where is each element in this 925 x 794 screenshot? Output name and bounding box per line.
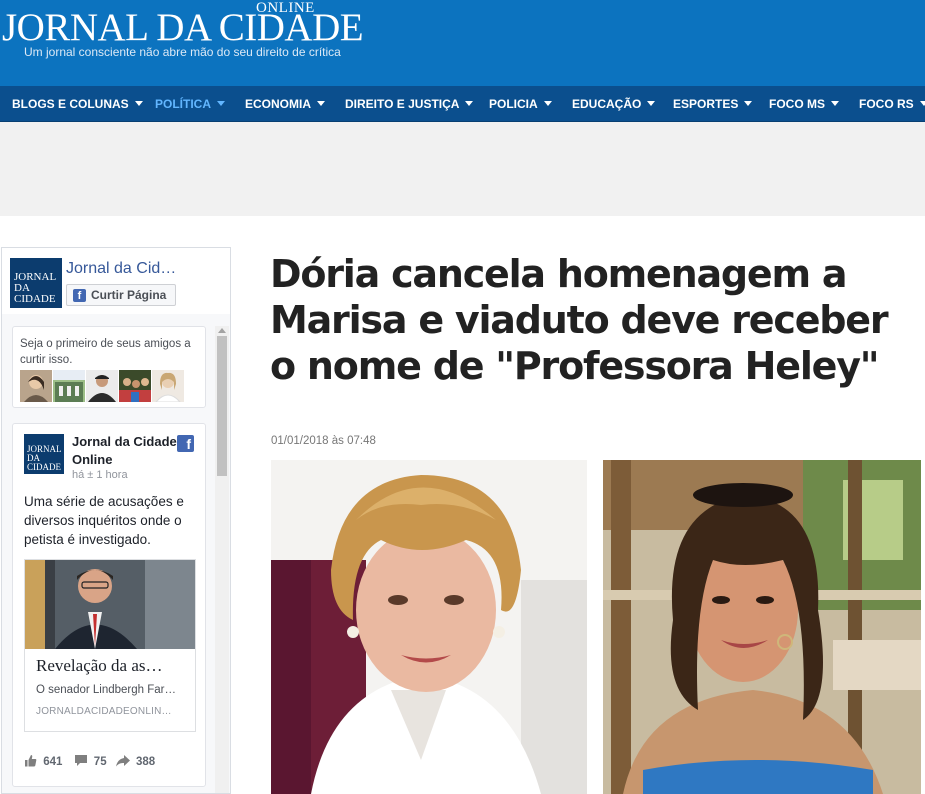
chevron-down-icon — [465, 101, 474, 106]
nav-item-label: POLICIA — [489, 97, 538, 111]
article-date: 01/01/2018 às 07:48 — [271, 435, 376, 447]
nav-item-label: ESPORTES — [673, 97, 739, 111]
fb-post-timestamp[interactable]: há ± 1 hora — [72, 469, 128, 481]
ad-banner-area — [0, 122, 925, 216]
article-photo-right — [603, 460, 921, 794]
fb-avatar-line2: DA CIDADE — [14, 282, 56, 305]
nav-item-label: FOCO MS — [769, 97, 825, 111]
chevron-down-icon — [317, 101, 325, 106]
friend-avatar[interactable] — [20, 370, 52, 402]
nav-item-direito-e-justica[interactable]: DIREITO E JUSTIÇA — [345, 86, 474, 122]
like-thumb-icon[interactable] — [24, 754, 37, 770]
chevron-down-icon — [543, 101, 552, 106]
article-headline: Dória cancela homenagem a Marisa e viadu… — [270, 252, 889, 388]
scrollbar-thumb[interactable] — [217, 336, 227, 476]
logo-title: JORNAL DA CIDADE — [2, 6, 364, 49]
main-nav: BLOGS E COLUNAS POLÍTICA ECONOMIA DIREIT… — [0, 86, 925, 122]
site-logo[interactable]: ONLINE JORNAL DA CIDADE Um jornal consci… — [0, 0, 364, 80]
link-preview-description: O senador Lindbergh Far… — [36, 684, 176, 696]
comment-icon[interactable] — [74, 754, 88, 770]
fb-post-card: JORNAL DA CIDADE Jornal da Cidade Online… — [12, 423, 206, 787]
nav-item-educacao[interactable]: EDUCAÇÃO — [572, 86, 656, 122]
chevron-down-icon — [217, 101, 225, 106]
fb-widget-header: JORNAL DA CIDADE Jornal da Cid… f Curtir… — [2, 248, 230, 314]
nav-item-esportes[interactable]: ESPORTES — [673, 86, 753, 122]
fb-like-button-label: Curtir Página — [91, 288, 167, 302]
likes-count: 641 — [43, 756, 63, 768]
nav-item-blogs-e-colunas[interactable]: BLOGS E COLUNAS — [12, 86, 143, 122]
share-arrow-icon[interactable] — [115, 754, 130, 770]
fb-widget-scrollbar[interactable] — [215, 326, 229, 793]
fb-post-author[interactable]: Jornal da Cidade Online — [72, 433, 184, 469]
nav-item-label: EDUCAÇÃO — [572, 97, 642, 111]
fb-page-name-link[interactable]: Jornal da Cid… — [66, 260, 216, 278]
fb-like-page-button[interactable]: f Curtir Página — [66, 284, 176, 306]
chevron-down-icon — [831, 101, 839, 106]
fb-post-text: Uma série de acusações e diversos inquér… — [24, 494, 184, 547]
comments-count: 75 — [93, 756, 107, 768]
link-preview-title: Revelação da as… — [36, 656, 163, 675]
link-preview-domain: JORNALDACIDADEONLIN… — [36, 706, 172, 717]
friend-avatar[interactable] — [53, 370, 85, 402]
friend-avatar[interactable] — [152, 370, 184, 402]
nav-item-foco-ms[interactable]: FOCO MS — [769, 86, 839, 122]
facebook-page-widget: JORNAL DA CIDADE Jornal da Cid… f Curtir… — [1, 247, 231, 794]
nav-item-politica[interactable]: POLÍTICA — [155, 86, 225, 122]
nav-item-foco-rs[interactable]: FOCO RS — [859, 86, 925, 122]
nav-item-label: FOCO RS — [859, 97, 914, 111]
friend-avatar[interactable] — [86, 370, 118, 402]
fb-friends-text: Seja o primeiro de seus amigos a curtir … — [20, 338, 191, 366]
nav-item-label: DIREITO E JUSTIÇA — [345, 97, 460, 111]
fb-post-stats: 641 75 388 — [24, 754, 155, 770]
chevron-down-icon — [647, 101, 656, 106]
fb-post-avatar-line2: DA CIDADE — [27, 453, 61, 472]
fb-friends-card: Seja o primeiro de seus amigos a curtir … — [12, 326, 206, 408]
facebook-icon: f — [73, 289, 86, 302]
fb-post-avatar[interactable]: JORNAL DA CIDADE — [24, 434, 64, 474]
scroll-up-arrow-icon[interactable] — [218, 328, 226, 333]
article-photo-left — [271, 460, 587, 794]
logo-tagline: Um jornal consciente não abre mão do seu… — [24, 45, 341, 59]
shares-count: 388 — [136, 756, 156, 768]
facebook-icon[interactable]: f — [177, 435, 194, 452]
chevron-down-icon — [744, 101, 753, 106]
chevron-down-icon — [134, 101, 143, 106]
link-preview-image — [25, 560, 195, 649]
chevron-down-icon — [919, 101, 925, 106]
friend-avatar[interactable] — [119, 370, 151, 402]
nav-item-label: BLOGS E COLUNAS — [12, 97, 129, 111]
nav-item-label: ECONOMIA — [245, 97, 311, 111]
fb-page-avatar[interactable]: JORNAL DA CIDADE — [10, 258, 62, 308]
nav-item-economia[interactable]: ECONOMIA — [245, 86, 325, 122]
fb-post-link-preview[interactable]: Revelação da as… O senador Lindbergh Far… — [24, 559, 196, 732]
site-header: ONLINE JORNAL DA CIDADE Um jornal consci… — [0, 0, 925, 86]
nav-item-label: POLÍTICA — [155, 97, 211, 111]
nav-item-policia[interactable]: POLICIA — [489, 86, 552, 122]
